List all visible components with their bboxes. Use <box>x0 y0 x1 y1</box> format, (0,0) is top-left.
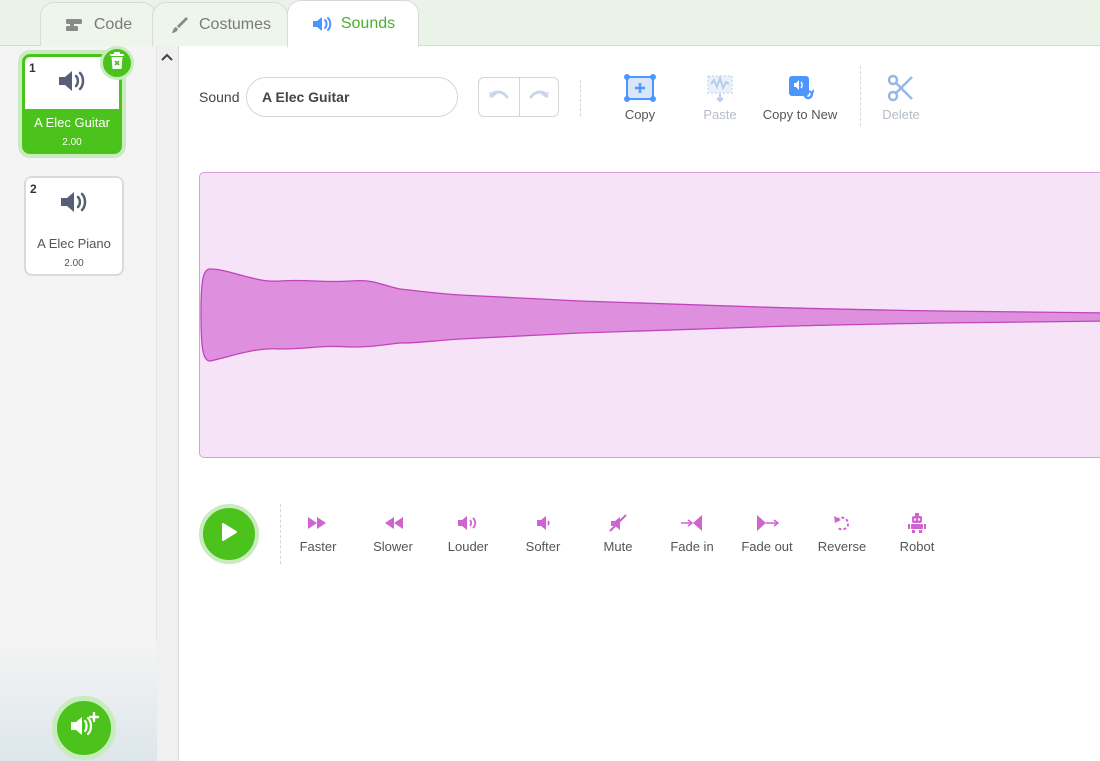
effect-label: Softer <box>525 539 561 554</box>
undo-button[interactable] <box>479 78 519 116</box>
trash-icon <box>109 51 125 75</box>
effect-louder-button[interactable]: Louder <box>442 513 494 554</box>
effect-fade-out-button[interactable]: Fade out <box>741 513 793 554</box>
tile-name: A Elec Piano <box>37 236 111 251</box>
copy-button[interactable]: Copy <box>610 72 670 122</box>
effects-divider <box>280 504 281 564</box>
sound-list-scrollbar[interactable] <box>157 46 179 761</box>
delete-sound-button[interactable] <box>100 46 134 80</box>
waveform-display[interactable] <box>199 172 1100 458</box>
add-sound-button[interactable] <box>52 696 116 760</box>
effect-reverse-button[interactable]: Reverse <box>816 513 868 554</box>
effect-label: Robot <box>899 539 935 554</box>
speaker-icon <box>311 15 333 33</box>
chevron-up-icon[interactable] <box>161 50 173 64</box>
redo-button[interactable] <box>518 78 559 116</box>
copy-to-new-label: Copy to New <box>762 107 838 122</box>
add-sound-icon <box>69 711 100 745</box>
sound-name-label: Sound <box>199 89 240 105</box>
paste-label: Paste <box>703 107 737 122</box>
robot-icon <box>907 513 927 533</box>
effect-label: Reverse <box>817 539 867 554</box>
softer-icon <box>534 513 552 533</box>
undo-redo-group <box>478 77 559 117</box>
tab-costumes-label: Costumes <box>198 15 272 33</box>
effect-softer-button[interactable]: Softer <box>517 513 569 554</box>
tile-name: A Elec Guitar <box>34 115 110 130</box>
effect-robot-button[interactable]: Robot <box>891 513 943 554</box>
delete-button[interactable]: Delete <box>876 72 926 122</box>
play-button[interactable] <box>199 504 259 564</box>
copy-to-new-icon <box>786 72 814 102</box>
tab-sounds-label: Sounds <box>340 15 396 32</box>
slower-icon <box>382 513 404 533</box>
louder-icon <box>457 513 479 533</box>
effect-fade-in-button[interactable]: Fade in <box>666 513 718 554</box>
speaker-icon <box>59 190 89 219</box>
tab-sounds[interactable]: Sounds <box>287 0 419 47</box>
delete-label: Delete <box>882 107 920 122</box>
paste-icon <box>705 72 735 102</box>
effect-faster-button[interactable]: Faster <box>292 513 344 554</box>
speaker-icon <box>57 69 87 98</box>
redo-icon <box>528 88 550 107</box>
effect-label: Mute <box>603 539 633 554</box>
copy-icon <box>624 72 656 102</box>
play-icon <box>220 522 238 547</box>
tab-code-label: Code <box>93 15 133 33</box>
tile-index: 2 <box>30 182 37 196</box>
tile-thumbnail <box>26 178 122 230</box>
tile-duration: 2.00 <box>64 258 84 269</box>
code-blocks-icon <box>64 16 86 34</box>
tab-costumes[interactable]: Costumes <box>152 2 288 46</box>
effect-label: Louder <box>447 539 489 554</box>
tile-duration: 2.00 <box>62 137 82 148</box>
copy-to-new-button[interactable]: Copy to New <box>760 72 840 122</box>
reverse-icon <box>832 513 852 533</box>
fade-out-icon <box>755 513 779 533</box>
effect-slower-button[interactable]: Slower <box>367 513 419 554</box>
copy-label: Copy <box>624 107 656 122</box>
effect-mute-button[interactable]: Mute <box>592 513 644 554</box>
effect-label: Fade out <box>741 539 793 554</box>
effect-label: Faster <box>299 539 337 554</box>
paste-button[interactable]: Paste <box>690 72 750 122</box>
scissors-icon <box>887 72 915 102</box>
undo-icon <box>488 88 510 107</box>
tab-code[interactable]: Code <box>40 2 156 46</box>
faster-icon <box>307 513 329 533</box>
paintbrush-icon <box>169 16 191 34</box>
fade-in-icon <box>680 513 704 533</box>
mute-icon <box>608 513 628 533</box>
effect-label: Fade in <box>670 539 714 554</box>
effect-label: Slower <box>373 539 413 554</box>
waveform <box>200 268 1100 362</box>
toolbar-divider <box>580 80 581 116</box>
editor-tab-bar: Code Costumes Sounds <box>0 0 1100 47</box>
toolbar-divider <box>860 66 861 126</box>
sound-tile[interactable]: 2 A Elec Piano 2.00 <box>24 176 124 276</box>
sound-name-input[interactable] <box>246 77 458 117</box>
tile-index: 1 <box>29 61 36 75</box>
